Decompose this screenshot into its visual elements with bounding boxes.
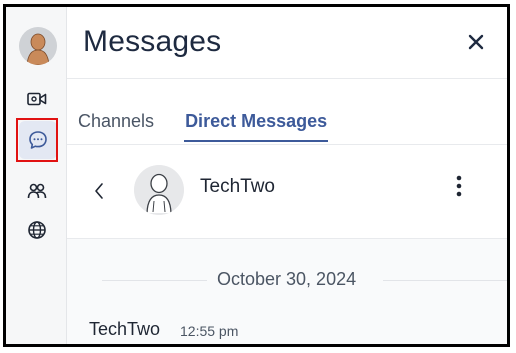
message-list: October 30, 2024 TechTwo 12:55 pm (67, 239, 507, 344)
person-avatar-icon (19, 27, 57, 65)
video-icon (27, 92, 47, 106)
user-avatar[interactable] (19, 27, 57, 65)
date-separator: October 30, 2024 (67, 269, 507, 291)
main-content: Messages Channels Direct Messages TechTw… (67, 7, 507, 344)
side-rail (6, 7, 67, 344)
more-options-button[interactable] (453, 173, 465, 199)
more-vertical-icon (456, 175, 462, 197)
rail-item-video[interactable] (19, 84, 55, 114)
header-divider (67, 78, 507, 79)
chevron-left-icon (95, 183, 103, 199)
rail-item-globe[interactable] (19, 215, 55, 245)
messages-panel: Messages Channels Direct Messages TechTw… (3, 4, 510, 347)
message-timestamp: 12:55 pm (180, 323, 239, 339)
selection-highlight (16, 118, 58, 162)
page-title: Messages (83, 25, 222, 58)
back-button[interactable] (89, 179, 109, 203)
tab-channels[interactable]: Channels (77, 111, 155, 142)
close-icon (468, 34, 484, 50)
date-separator-line-right (383, 280, 507, 281)
globe-icon (28, 221, 46, 239)
close-button[interactable] (465, 31, 487, 53)
conversation-header: TechTwo (67, 145, 507, 238)
contact-avatar (134, 165, 184, 215)
tab-direct-messages[interactable]: Direct Messages (184, 111, 329, 142)
date-separator-label: October 30, 2024 (217, 269, 357, 289)
people-icon (27, 183, 47, 199)
person-outline-icon (134, 165, 184, 215)
rail-item-people[interactable] (19, 176, 55, 206)
date-separator-line-left (102, 280, 207, 281)
contact-name: TechTwo (200, 176, 275, 197)
message-sender: TechTwo (89, 319, 161, 339)
tab-bar: Channels Direct Messages (77, 111, 357, 142)
